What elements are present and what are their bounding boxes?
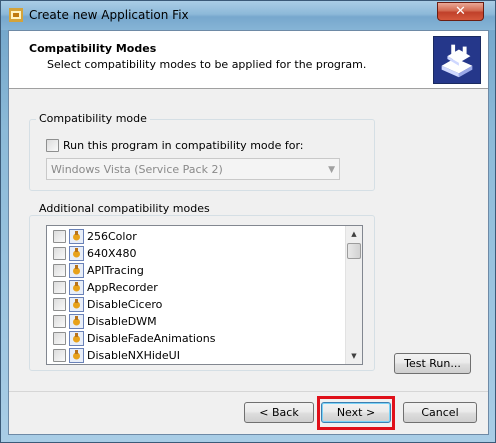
page-subtitle: Select compatibility modes to be applied… bbox=[47, 58, 367, 71]
list-item[interactable]: DisableDWM bbox=[47, 313, 347, 330]
wizard-header: Compatibility Modes Select compatibility… bbox=[9, 31, 488, 89]
additional-modes-list[interactable]: 256Color 640X480 APITracing AppRecorder bbox=[46, 225, 363, 365]
shim-icon bbox=[69, 246, 84, 261]
mode-checkbox[interactable] bbox=[53, 264, 66, 277]
title-bar[interactable]: Create new Application Fix ✕ bbox=[1, 1, 495, 30]
scroll-up-icon[interactable]: ▲ bbox=[346, 226, 362, 242]
shim-icon bbox=[69, 280, 84, 295]
back-button[interactable]: < Back bbox=[244, 402, 314, 423]
mode-label: 640X480 bbox=[87, 247, 137, 260]
list-item[interactable]: 640X480 bbox=[47, 245, 347, 262]
next-button[interactable]: Next > bbox=[321, 402, 391, 423]
mode-checkbox[interactable] bbox=[53, 230, 66, 243]
shim-icon bbox=[69, 331, 84, 346]
os-version-dropdown[interactable]: Windows Vista (Service Pack 2) ▼ bbox=[46, 158, 340, 180]
mode-label: DisableCicero bbox=[87, 298, 163, 311]
cancel-button[interactable]: Cancel bbox=[403, 402, 477, 423]
mode-checkbox[interactable] bbox=[53, 315, 66, 328]
app-icon bbox=[9, 8, 23, 22]
dialog-client-area: Compatibility Modes Select compatibility… bbox=[8, 30, 489, 435]
run-in-compat-mode-checkbox[interactable] bbox=[46, 139, 59, 152]
shim-icon bbox=[69, 297, 84, 312]
compatibility-mode-group-label: Compatibility mode bbox=[36, 112, 150, 125]
list-item[interactable]: DisableFadeAnimations bbox=[47, 330, 347, 347]
mode-label: DisableDWM bbox=[87, 315, 157, 328]
chevron-down-icon: ▼ bbox=[328, 165, 335, 175]
scroll-down-icon[interactable]: ▼ bbox=[346, 348, 362, 364]
shim-icon bbox=[69, 229, 84, 244]
list-item[interactable]: AppRecorder bbox=[47, 279, 347, 296]
list-item[interactable]: APITracing bbox=[47, 262, 347, 279]
scroll-thumb[interactable] bbox=[347, 243, 361, 259]
run-in-compat-mode-label[interactable]: Run this program in compatibility mode f… bbox=[63, 139, 304, 152]
mode-checkbox[interactable] bbox=[53, 247, 66, 260]
list-vertical-scrollbar[interactable]: ▲ ▼ bbox=[345, 226, 362, 364]
page-title: Compatibility Modes bbox=[29, 42, 157, 55]
mode-label: AppRecorder bbox=[87, 281, 158, 294]
mode-checkbox[interactable] bbox=[53, 332, 66, 345]
shim-icon bbox=[69, 314, 84, 329]
test-run-button[interactable]: Test Run... bbox=[394, 353, 471, 374]
mode-checkbox[interactable] bbox=[53, 349, 66, 362]
mode-label: DisableNXHideUI bbox=[87, 349, 180, 362]
close-icon: ✕ bbox=[455, 4, 466, 19]
list-item[interactable]: DisableNXHideUI bbox=[47, 347, 347, 364]
mode-label: DisableFadeAnimations bbox=[87, 332, 216, 345]
mode-checkbox[interactable] bbox=[53, 298, 66, 311]
window-title: Create new Application Fix bbox=[29, 8, 189, 22]
compatibility-wizard-icon bbox=[433, 36, 481, 84]
button-separator bbox=[9, 391, 488, 392]
shim-icon bbox=[69, 348, 84, 363]
application-fix-window: Create new Application Fix ✕ Compatibili… bbox=[0, 0, 496, 443]
close-button[interactable]: ✕ bbox=[437, 2, 484, 21]
mode-checkbox[interactable] bbox=[53, 281, 66, 294]
additional-modes-group-label: Additional compatibility modes bbox=[36, 202, 213, 215]
list-item[interactable]: 256Color bbox=[47, 228, 347, 245]
mode-label: 256Color bbox=[87, 230, 137, 243]
list-item[interactable]: DisableCicero bbox=[47, 296, 347, 313]
shim-icon bbox=[69, 263, 84, 278]
mode-label: APITracing bbox=[87, 264, 144, 277]
compatibility-mode-group bbox=[29, 119, 375, 191]
os-version-selected: Windows Vista (Service Pack 2) bbox=[51, 163, 223, 176]
